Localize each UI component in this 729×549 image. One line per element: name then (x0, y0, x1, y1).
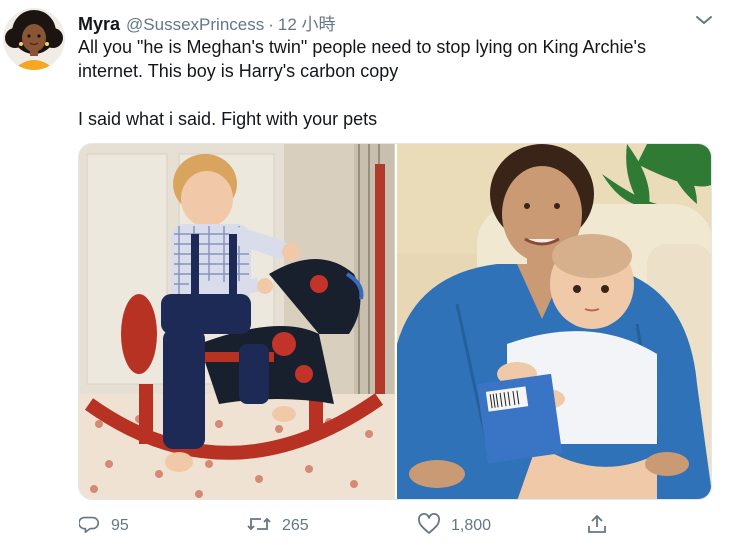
display-name[interactable]: Myra (78, 14, 120, 35)
chevron-down-icon[interactable] (692, 10, 716, 30)
retweet-button[interactable]: 265 (246, 514, 309, 538)
tweet-text-line: internet. This boy is Harry's carbon cop… (78, 61, 399, 81)
tweet-text-line: I said what i said. Fight with your pets (78, 109, 378, 129)
like-button[interactable]: 1,800 (417, 512, 492, 540)
share-upload-icon (586, 513, 608, 540)
share-button[interactable] (586, 514, 608, 538)
reply-bubble-icon (78, 513, 101, 540)
separator-dot: · (268, 15, 274, 34)
tweet-header: Myra @SussexPrincess · 12 小時 (78, 10, 336, 35)
timestamp[interactable]: 12 小時 (278, 10, 336, 35)
woman-holding-baby-photo[interactable] (397, 144, 711, 499)
heart-icon (417, 512, 441, 540)
reply-count: 95 (111, 517, 129, 534)
avatar[interactable] (3, 8, 65, 70)
retweet-count: 265 (282, 517, 309, 534)
reply-button[interactable]: 95 (78, 513, 129, 540)
retweet-arrows-icon (246, 513, 272, 540)
user-handle[interactable]: @SussexPrincess (126, 15, 264, 35)
tweet-text-line: All you "he is Meghan's twin" people nee… (78, 37, 646, 57)
tweet-actions: 95 265 1,800 (0, 511, 729, 541)
tweet[interactable]: Myra @SussexPrincess · 12 小時 All you "he… (0, 0, 729, 549)
like-count: 1,800 (451, 517, 492, 534)
tweet-media (78, 143, 712, 500)
toddler-on-rocking-horse-photo[interactable] (79, 144, 395, 499)
